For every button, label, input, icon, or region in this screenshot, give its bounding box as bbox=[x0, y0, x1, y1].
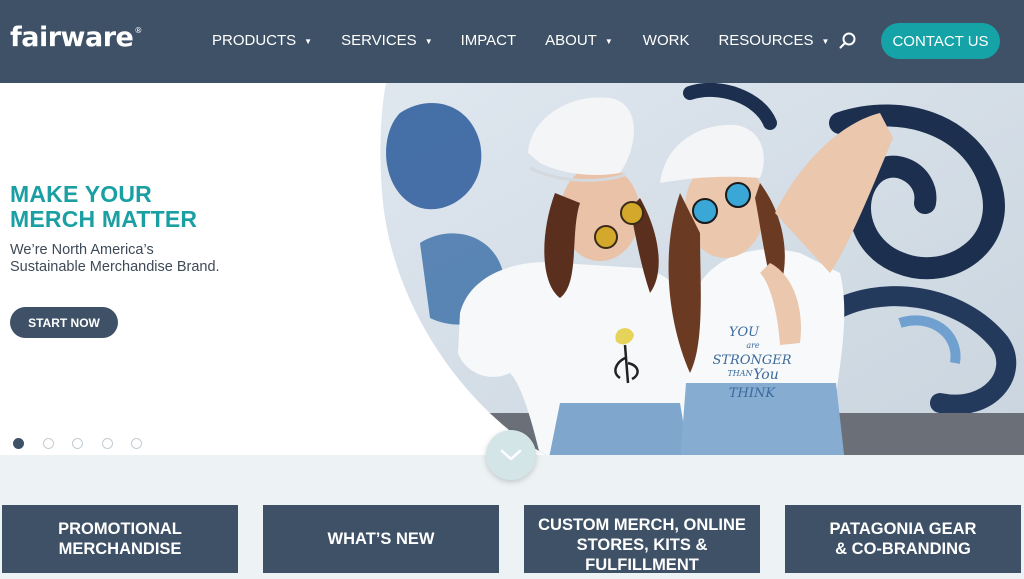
carousel-dot-5[interactable] bbox=[131, 438, 142, 449]
top-nav: fairware® PRODUCTS ▼ SERVICES ▼ IMPACT A… bbox=[0, 0, 1024, 83]
shirt-text-line-3: STRONGER bbox=[712, 353, 791, 368]
hero-title-line-1: MAKE YOUR bbox=[10, 181, 152, 207]
menu-label-products: PRODUCTS bbox=[212, 32, 297, 49]
tile-custom-merch[interactable]: CUSTOM MERCH, ONLINE STORES, KITS & FULF… bbox=[524, 505, 760, 573]
tile-label-line-1: CUSTOM MERCH, ONLINE bbox=[538, 516, 746, 534]
hero-title: MAKE YOUR MERCH MATTER bbox=[10, 182, 197, 232]
tile-label-line-1: PROMOTIONAL bbox=[58, 520, 182, 538]
menu-item-about[interactable]: ABOUT ▼ bbox=[545, 32, 613, 49]
menu-label-services: SERVICES bbox=[341, 32, 417, 49]
fairware-logo[interactable]: fairware® bbox=[10, 22, 142, 53]
scroll-down-button[interactable] bbox=[486, 430, 536, 480]
menu-item-products[interactable]: PRODUCTS ▼ bbox=[212, 32, 312, 49]
menu-label-impact: IMPACT bbox=[460, 32, 517, 49]
start-now-button[interactable]: START NOW bbox=[10, 307, 118, 338]
menu-label-about: ABOUT bbox=[545, 32, 597, 49]
carousel-dot-2[interactable] bbox=[42, 438, 54, 449]
caret-down-icon: ▼ bbox=[604, 37, 613, 46]
tile-patagonia-gear[interactable]: PATAGONIA GEAR & CO-BRANDING bbox=[785, 505, 1021, 573]
search-icon[interactable] bbox=[838, 31, 858, 51]
carousel-dot-1[interactable] bbox=[13, 438, 24, 449]
carousel-dot-4[interactable] bbox=[101, 438, 113, 449]
contact-us-button[interactable]: CONTACT US bbox=[881, 23, 1000, 59]
shirt-text-line-5: You bbox=[753, 367, 778, 383]
menu-item-impact[interactable]: IMPACT bbox=[461, 32, 517, 49]
hero-title-line-2: MERCH MATTER bbox=[10, 206, 198, 232]
tile-label-line-2: MERCHANDISE bbox=[58, 540, 182, 558]
tile-label-line-2: STORES, KITS & bbox=[576, 536, 708, 554]
tile-label-line-3: FULFILLMENT bbox=[585, 556, 699, 573]
tile-whats-new[interactable]: WHAT’S NEW bbox=[263, 505, 499, 573]
logo-text: fairware bbox=[10, 22, 134, 53]
menu-item-services[interactable]: SERVICES ▼ bbox=[341, 32, 433, 49]
hero-subtitle-line-1: We’re North America’s bbox=[10, 242, 154, 258]
shirt-text-line-6: THINK bbox=[729, 386, 777, 401]
hero-subtitle-line-2: Sustainable Merchandise Brand. bbox=[10, 259, 220, 275]
registered-mark: ® bbox=[134, 26, 142, 35]
shirt-text-line-4: THAN bbox=[727, 369, 753, 378]
chevron-down-icon bbox=[500, 449, 522, 461]
shirt-text-line-2: are bbox=[746, 341, 760, 350]
carousel-dots bbox=[13, 438, 161, 449]
menu-item-resources[interactable]: RESOURCES ▼ bbox=[718, 32, 829, 49]
menu-item-work[interactable]: WORK bbox=[643, 32, 690, 49]
caret-down-icon: ▼ bbox=[304, 37, 313, 46]
tile-label: WHAT’S NEW bbox=[327, 530, 435, 548]
tile-label-line-1: PATAGONIA GEAR bbox=[829, 520, 977, 538]
shirt-text-line-1: YOU bbox=[729, 325, 760, 340]
tile-promotional-merchandise[interactable]: PROMOTIONAL MERCHANDISE bbox=[2, 505, 238, 573]
menu-label-work: WORK bbox=[642, 32, 690, 49]
menu-label-resources: RESOURCES bbox=[718, 32, 814, 49]
main-menu: PRODUCTS ▼ SERVICES ▼ IMPACT ABOUT ▼ WOR… bbox=[212, 32, 829, 49]
hero-subtitle: We’re North America’s Sustainable Mercha… bbox=[10, 242, 270, 276]
caret-down-icon: ▼ bbox=[821, 37, 830, 46]
caret-down-icon: ▼ bbox=[424, 37, 433, 46]
tile-label-line-2: & CO-BRANDING bbox=[835, 540, 971, 558]
carousel-dot-3[interactable] bbox=[72, 438, 83, 449]
